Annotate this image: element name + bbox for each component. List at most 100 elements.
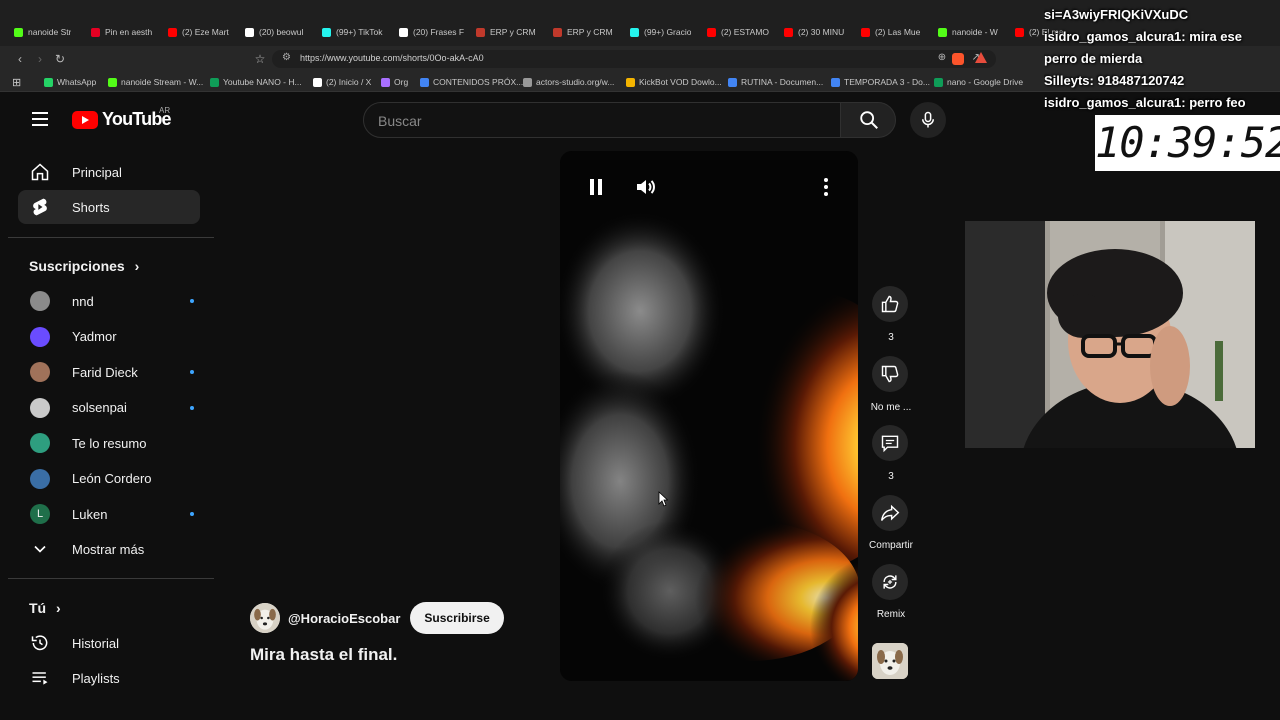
thumbs-up-icon xyxy=(881,295,899,313)
bookmark-item[interactable]: CONTENIDOS PRÓX... xyxy=(420,75,523,89)
browser-tab[interactable]: (20) beowul xyxy=(245,22,316,42)
bookmark-item[interactable]: nanoide Stream - W... xyxy=(108,75,203,89)
bookmark-item[interactable]: nano - Google Drive xyxy=(934,75,1023,89)
tab-label: ERP y CRM xyxy=(490,27,536,37)
brave-shield-icon[interactable] xyxy=(952,53,964,65)
search-placeholder: Buscar xyxy=(378,113,422,129)
bookmark-star-icon[interactable]: ☆ xyxy=(252,51,268,67)
apps-grid-icon[interactable]: ⊞ xyxy=(12,75,21,89)
search-input[interactable]: Buscar xyxy=(363,102,841,138)
subscription-item[interactable]: Farid Dieck xyxy=(18,355,200,389)
tab-label: (99+) TikTok xyxy=(336,27,383,37)
show-more-button[interactable]: Mostrar más xyxy=(18,532,200,566)
chat-line: si=A3wiyFRIQKiVXuDC xyxy=(1044,7,1189,22)
short-channel-row: @HoracioEscobar Suscribirse xyxy=(250,602,504,634)
browser-tab[interactable]: (2) 30 MINU xyxy=(784,22,855,42)
volume-icon[interactable] xyxy=(634,175,658,199)
search-icon xyxy=(860,111,878,129)
tab-label: Pin en aesth xyxy=(105,27,153,37)
original-audio-thumbnail[interactable] xyxy=(872,643,908,679)
sidebar-item-principal[interactable]: Principal xyxy=(18,155,200,189)
subscribe-button[interactable]: Suscribirse xyxy=(410,602,504,634)
browser-tab[interactable]: Pin en aesth xyxy=(91,22,162,42)
short-video-player[interactable] xyxy=(560,151,858,681)
bookmark-item[interactable]: WhatsApp xyxy=(44,75,96,89)
subscriptions-heading[interactable]: Suscripciones › xyxy=(29,258,139,274)
sidebar-item-shorts[interactable]: Shorts xyxy=(18,190,200,224)
bookmark-favicon-icon xyxy=(44,77,53,87)
bookmark-favicon-icon xyxy=(626,77,635,87)
brave-rewards-icon[interactable] xyxy=(975,52,987,63)
browser-tab[interactable]: ERP y CRM xyxy=(553,22,624,42)
home-icon xyxy=(31,163,49,181)
subscription-item[interactable]: nnd xyxy=(18,284,200,318)
channel-avatar: L xyxy=(30,504,50,524)
channel-name[interactable]: @HoracioEscobar xyxy=(288,611,400,626)
subscription-item[interactable]: solsenpai xyxy=(18,391,200,425)
site-info-icon[interactable]: ⚙ xyxy=(282,52,291,63)
share-label: Compartir xyxy=(869,540,913,551)
address-bar[interactable]: ⚙ https://www.youtube.com/shorts/0Oo-akA… xyxy=(272,50,996,68)
browser-tab[interactable]: nanoide Str xyxy=(14,22,85,42)
bookmark-item[interactable]: actors-studio.org/w... xyxy=(523,75,614,89)
browser-tab[interactable]: (2) Las Mue xyxy=(861,22,932,42)
bookmark-label: Youtube NANO - H... xyxy=(223,77,302,87)
tab-favicon-icon xyxy=(245,27,254,37)
bookmark-item[interactable]: (2) Inicio / X xyxy=(313,75,371,89)
bookmark-label: CONTENIDOS PRÓX... xyxy=(433,77,524,87)
like-button[interactable] xyxy=(872,286,908,322)
browser-tab[interactable]: nanoide - W xyxy=(938,22,1009,42)
bookmark-item[interactable]: Org xyxy=(381,75,408,89)
voice-search-button[interactable] xyxy=(910,102,946,138)
subscription-name: Te lo resumo xyxy=(72,435,147,451)
like-count: 3 xyxy=(888,332,894,343)
pause-icon[interactable] xyxy=(584,175,608,199)
subscription-item[interactable]: L Luken xyxy=(18,497,200,531)
remix-label: Remix xyxy=(876,609,906,620)
you-heading[interactable]: Tú › xyxy=(29,600,61,616)
subscription-item[interactable]: Te lo resumo xyxy=(18,426,200,460)
youtube-logo[interactable]: YouTube xyxy=(72,109,172,130)
back-icon[interactable]: ‹ xyxy=(12,51,28,67)
reload-icon[interactable]: ↻ xyxy=(52,51,68,67)
share-button[interactable] xyxy=(872,495,908,531)
bookmark-label: nanoide Stream - W... xyxy=(121,77,204,87)
browser-tab[interactable]: (2) ESTAMO xyxy=(707,22,778,42)
remix-icon xyxy=(883,575,897,589)
chat-line: perro de mierda xyxy=(1044,51,1143,66)
menu-hamburger-icon[interactable] xyxy=(32,112,48,126)
subscription-name: Luken xyxy=(72,506,108,522)
sidebar-item-historial[interactable]: Historial xyxy=(18,626,200,660)
bookmark-favicon-icon xyxy=(108,77,117,87)
dislike-button[interactable] xyxy=(872,356,908,392)
remix-button[interactable] xyxy=(872,564,908,600)
subscription-item[interactable]: León Cordero xyxy=(18,462,200,496)
browser-tab[interactable]: (99+) TikTok xyxy=(322,22,393,42)
tab-label: (20) Frases F xyxy=(413,27,465,37)
forward-icon[interactable]: › xyxy=(32,51,48,67)
browser-tab[interactable]: ERP y CRM xyxy=(476,22,547,42)
comments-button[interactable] xyxy=(872,425,908,461)
tab-label: (2) ESTAMO xyxy=(721,27,770,37)
channel-avatar[interactable] xyxy=(250,603,280,633)
channel-avatar xyxy=(30,468,50,489)
new-content-dot xyxy=(190,405,194,410)
browser-tab[interactable]: (20) Frases F xyxy=(399,22,470,42)
more-options-icon[interactable] xyxy=(814,175,838,199)
bookmark-item[interactable]: RUTINA - Documen... xyxy=(728,75,823,89)
bookmark-item[interactable]: KickBot VOD Dowlo... xyxy=(626,75,722,89)
subscription-item[interactable]: Yadmor xyxy=(18,320,200,354)
bookmark-label: Org xyxy=(394,77,409,87)
bookmark-item[interactable]: Youtube NANO - H... xyxy=(210,75,302,89)
subscription-name: Farid Dieck xyxy=(72,364,138,380)
tab-favicon-icon xyxy=(707,27,716,37)
tab-favicon-icon xyxy=(1015,27,1024,37)
browser-tab[interactable]: (2) Eze Mart xyxy=(168,22,239,42)
browser-tab[interactable]: (99+) Gracio xyxy=(630,22,701,42)
search-button[interactable] xyxy=(840,102,896,138)
tab-label: (2) 30 MINU xyxy=(798,27,845,37)
bookmark-item[interactable]: TEMPORADA 3 - Do... xyxy=(831,75,930,89)
history-icon xyxy=(31,635,48,651)
sidebar-item-playlists[interactable]: Playlists xyxy=(18,661,200,695)
show-more-label: Mostrar más xyxy=(72,541,145,557)
